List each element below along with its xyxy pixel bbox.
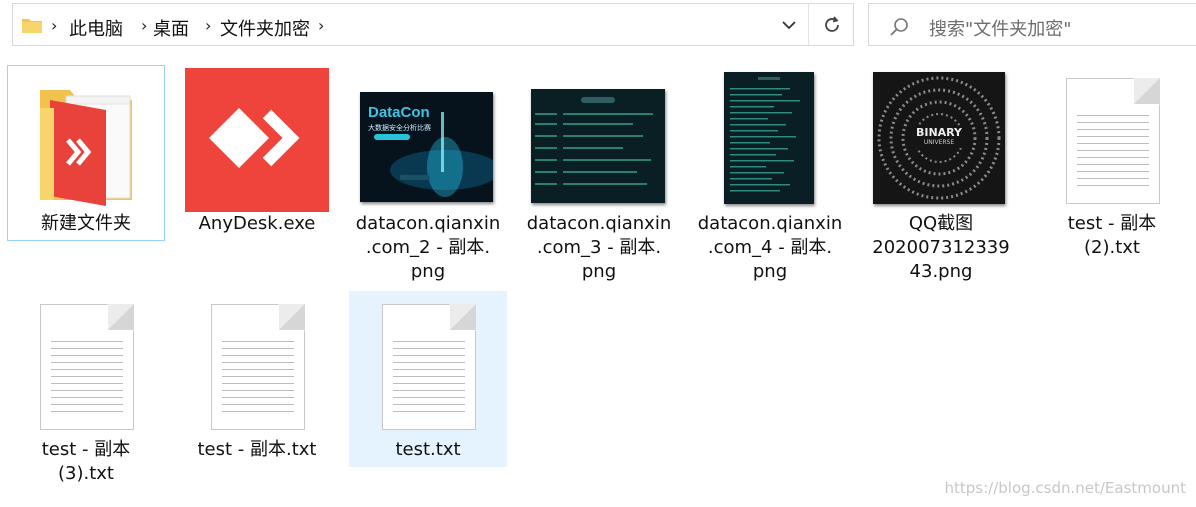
file-item-txt[interactable]: test - 副本 (3).txt: [7, 291, 165, 491]
breadcrumb-this-pc[interactable]: 此电脑: [69, 15, 123, 41]
file-name: test - 副本.txt: [197, 439, 317, 460]
address-bar[interactable]: › 此电脑 › 桌面 › 文件夹加密 ›: [12, 3, 854, 46]
file-name: test - 副本 (2).txt: [1067, 213, 1157, 258]
file-item-datacon-4[interactable]: datacon.qianxin .com_4 - 副本. png: [691, 65, 849, 289]
file-name: test.txt: [395, 439, 461, 460]
file-name: datacon.qianxin .com_4 - 副本. png: [697, 213, 843, 282]
thumb-subtitle: 大数据安全分析比赛: [368, 124, 431, 132]
file-item-datacon-2[interactable]: DataCon 大数据安全分析比赛 datacon.qianxin .com_2…: [349, 65, 507, 289]
breadcrumb-separator: ›: [141, 16, 148, 35]
thumb-subtitle: UNIVERSE: [923, 139, 955, 146]
file-item-txt-selected[interactable]: test.txt: [349, 291, 507, 467]
file-item-txt[interactable]: test - 副本 (2).txt: [1033, 65, 1191, 265]
file-item-folder[interactable]: 新建文件夹: [7, 65, 165, 241]
file-name: 新建文件夹: [41, 213, 131, 234]
text-file-icon: [1066, 78, 1160, 204]
text-file-icon: [40, 304, 134, 430]
image-thumbnail: BINARY UNIVERSE: [873, 72, 1005, 204]
breadcrumb-separator: ›: [51, 16, 58, 35]
file-name: QQ截图 202007312339 43.png: [872, 213, 1010, 282]
anydesk-icon: [185, 68, 329, 212]
file-name: datacon.qianxin .com_2 - 副本. png: [355, 213, 501, 282]
watermark: https://blog.csdn.net/Eastmount: [944, 479, 1186, 497]
file-item-datacon-3[interactable]: datacon.qianxin .com_3 - 副本. png: [520, 65, 678, 289]
chevron-down-icon[interactable]: [781, 17, 797, 37]
breadcrumb-folder[interactable]: 文件夹加密: [220, 15, 310, 41]
image-thumbnail: [724, 72, 814, 204]
text-file-icon: [382, 304, 476, 430]
file-item-anydesk[interactable]: AnyDesk.exe: [178, 65, 336, 241]
file-item-qq-screenshot[interactable]: BINARY UNIVERSE QQ截图 202007312339 43.png: [862, 65, 1020, 289]
file-name: AnyDesk.exe: [198, 213, 316, 234]
breadcrumb-separator: ›: [205, 16, 212, 35]
file-item-txt[interactable]: test - 副本.txt: [178, 291, 336, 467]
folder-icon: [21, 16, 43, 38]
search-icon: [889, 16, 911, 42]
file-name: test - 副本 (3).txt: [41, 439, 131, 484]
text-file-icon: [211, 304, 305, 430]
search-placeholder: 搜索"文件夹加密": [929, 19, 1072, 40]
thumb-title: DataCon: [368, 104, 430, 121]
image-thumbnail: DataCon 大数据安全分析比赛: [360, 92, 493, 202]
address-divider: [808, 4, 809, 45]
breadcrumb-desktop[interactable]: 桌面: [153, 15, 189, 41]
refresh-icon[interactable]: [821, 14, 843, 40]
image-thumbnail: [531, 89, 665, 203]
breadcrumb-separator[interactable]: ›: [318, 16, 324, 35]
thumb-title: BINARY: [915, 126, 963, 139]
file-name: datacon.qianxin .com_3 - 副本. png: [526, 213, 672, 282]
folder-icon: [36, 82, 136, 212]
search-box[interactable]: 搜索"文件夹加密": [868, 3, 1196, 46]
